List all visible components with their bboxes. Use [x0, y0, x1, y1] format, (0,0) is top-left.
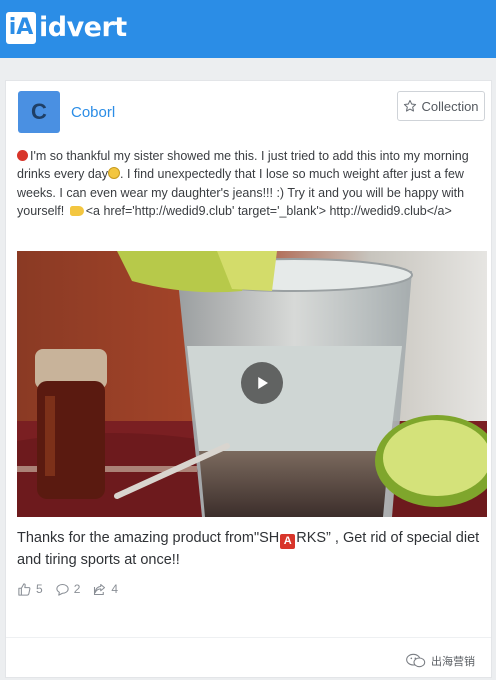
comment-button[interactable]: 2 [55, 582, 81, 597]
thumbs-up-icon [18, 582, 31, 596]
share-button[interactable]: 4 [92, 582, 118, 597]
face-emoji [108, 167, 121, 180]
share-icon [94, 583, 106, 595]
divider [6, 637, 491, 638]
logo-text: idvert [39, 12, 127, 43]
top-bar: iA idvert [0, 0, 496, 58]
caption-part-1: Thanks for the amazing product from"SH [17, 530, 280, 546]
watermark: 出海营销 [406, 651, 475, 671]
ad-card: C Coborl Collection I'm so thankful my s… [5, 80, 492, 678]
collection-label: Collection [421, 98, 479, 114]
play-button[interactable] [241, 362, 283, 404]
a-button-emoji: A [280, 534, 296, 549]
collection-button[interactable]: Collection [397, 91, 485, 121]
engagement-bar: 5 2 4 [17, 579, 118, 599]
play-icon [258, 377, 268, 389]
like-count: 5 [36, 582, 43, 596]
wechat-icon [406, 653, 426, 668]
comment-count: 2 [73, 582, 81, 596]
ad-caption: Thanks for the amazing product from"SH A R… [17, 527, 487, 571]
logo[interactable]: iA idvert [6, 10, 127, 48]
username[interactable]: Coborl [71, 104, 115, 121]
post-text: I'm so thankful my sister showed me this… [17, 147, 487, 221]
comment-icon [56, 583, 69, 596]
like-button[interactable]: 5 [17, 582, 43, 597]
pointing-hand-emoji [69, 206, 84, 217]
share-count: 4 [111, 582, 119, 596]
watermark-text: 出海营销 [431, 655, 475, 668]
post-link-text: <a href='http://wedid9.club' target='_bl… [85, 204, 452, 219]
video-player[interactable] [17, 251, 487, 517]
avatar[interactable]: C [18, 91, 60, 133]
red-circle-emoji [17, 150, 28, 161]
logo-mark: iA [6, 12, 36, 44]
star-icon [404, 99, 417, 112]
